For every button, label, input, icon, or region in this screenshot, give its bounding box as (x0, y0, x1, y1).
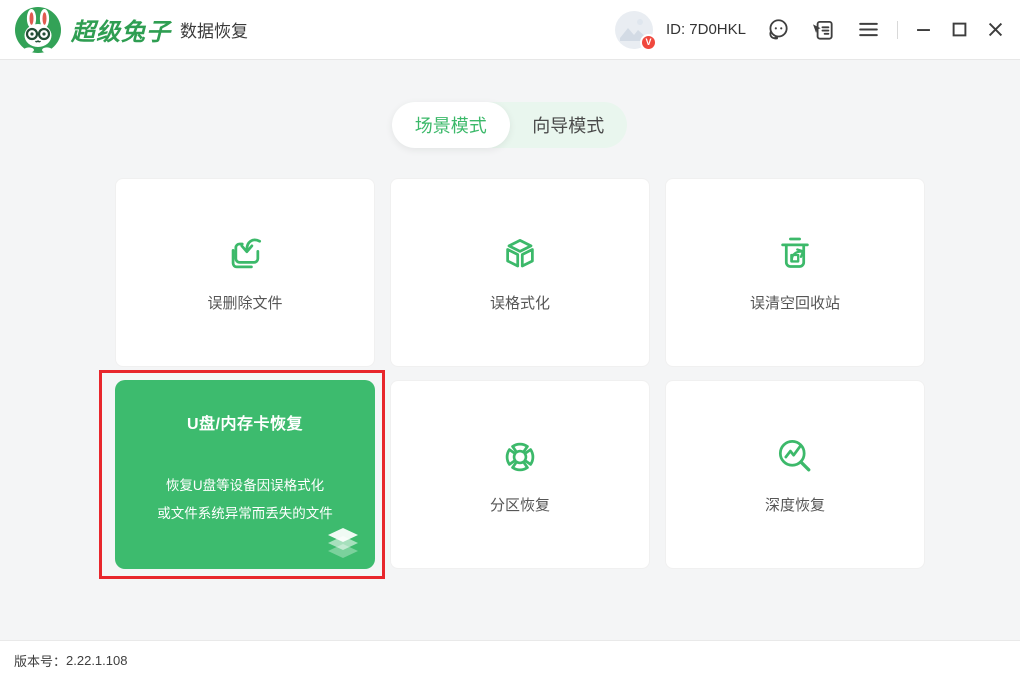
card-label: 分区恢复 (490, 494, 550, 515)
maximize-button[interactable] (948, 19, 970, 41)
recovery-card-grid: 误删除文件 误格式化 (115, 178, 925, 569)
format-cube-icon (498, 233, 542, 277)
card-deep-recovery[interactable]: 深度恢复 (665, 380, 925, 569)
mode-toggle: 场景模式 向导模式 (392, 102, 627, 148)
feedback-icon[interactable] (810, 17, 836, 43)
card-label: 深度恢复 (765, 494, 825, 515)
version-label: 版本号： (14, 651, 66, 670)
card-label: 误清空回收站 (750, 292, 840, 313)
card-label: 误删除文件 (207, 292, 282, 313)
recycle-bin-restore-icon (773, 233, 817, 277)
app-name: 超级兔子 (71, 12, 171, 47)
header-divider (897, 21, 898, 39)
version-value: 2.22.1.108 (66, 653, 127, 668)
tab-scene-mode[interactable]: 场景模式 (392, 102, 510, 148)
title-bar: 超级兔子 数据恢复 V ID: 7D0HKL (0, 0, 1020, 60)
card-label: 误格式化 (490, 292, 550, 313)
minimize-button[interactable] (912, 19, 934, 41)
card-usb-memory-recovery[interactable]: U盘/内存卡恢复 恢复U盘等设备因误格式化 或文件系统异常而丢失的文件 (115, 380, 375, 569)
app-subtitle: 数据恢复 (180, 17, 248, 42)
status-bar: 版本号： 2.22.1.108 (0, 640, 1020, 680)
customer-service-icon[interactable] (765, 17, 791, 43)
rabbit-logo-icon (14, 6, 62, 54)
user-id: ID: 7D0HKL (666, 21, 746, 38)
avatar[interactable]: V (615, 11, 653, 49)
deep-scan-icon (773, 435, 817, 479)
vip-badge: V (640, 34, 657, 51)
card-description: 恢复U盘等设备因误格式化 或文件系统异常而丢失的文件 (157, 472, 333, 528)
card-recycle-bin-recovery[interactable]: 误清空回收站 (665, 178, 925, 367)
layers-icon (323, 527, 363, 561)
app-window: 超级兔子 数据恢复 V ID: 7D0HKL (0, 0, 1020, 680)
main-area: 场景模式 向导模式 误删除文件 (0, 60, 1020, 640)
close-button[interactable] (984, 19, 1006, 41)
card-title: U盘/内存卡恢复 (187, 410, 303, 434)
card-partition-recovery[interactable]: 分区恢复 (390, 380, 650, 569)
partition-icon (498, 435, 542, 479)
menu-icon[interactable] (855, 17, 881, 43)
card-format-recovery[interactable]: 误格式化 (390, 178, 650, 367)
card-undelete-file[interactable]: 误删除文件 (115, 178, 375, 367)
tab-wizard-mode[interactable]: 向导模式 (510, 102, 628, 148)
undelete-file-icon (223, 233, 267, 277)
